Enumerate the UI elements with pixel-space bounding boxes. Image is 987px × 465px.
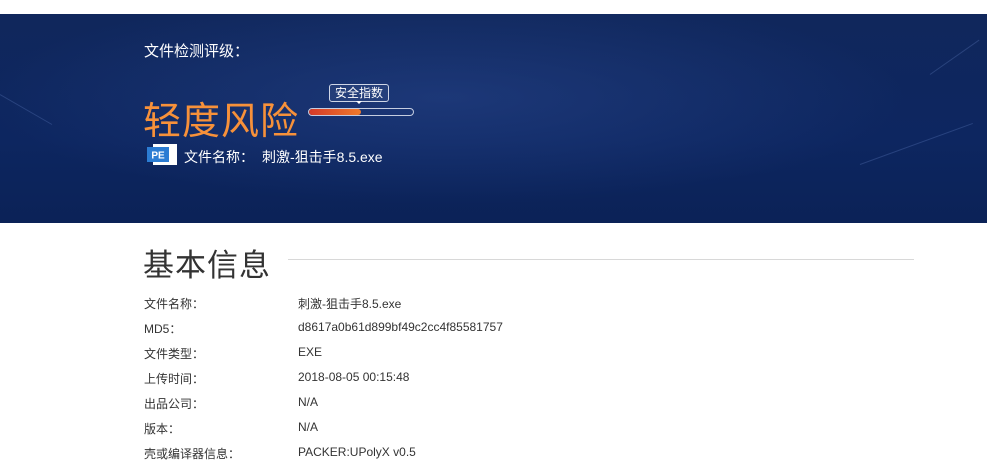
section-divider xyxy=(288,259,914,260)
section-title-basic-info: 基本信息 xyxy=(143,248,271,283)
pe-file-icon: PE xyxy=(147,144,177,165)
decor-line xyxy=(0,94,53,125)
safety-index-fill xyxy=(309,109,361,115)
safety-index-badge: 安全指数 xyxy=(329,84,390,104)
info-value: N/A xyxy=(298,420,319,434)
file-name-value: 刺激-狙击手8.5.exe xyxy=(262,149,383,165)
info-label: 壳或编译器信息： xyxy=(144,447,241,461)
info-label: 出品公司： xyxy=(144,397,205,411)
safety-index-meter xyxy=(308,108,414,116)
decor-line xyxy=(859,122,973,165)
detection-banner: 文件检测评级： 轻度风险 安全指数 PE 文件名称： 刺激-狙击手8.5.exe xyxy=(0,14,987,223)
info-label: MD5： xyxy=(144,322,182,336)
info-value: d8617a0b61d899bf49c2cc4f85581757 xyxy=(298,320,503,334)
svg-text:PE: PE xyxy=(151,151,165,162)
info-label: 文件类型： xyxy=(144,347,205,361)
file-name-line: 文件名称： 刺激-狙击手8.5.exe xyxy=(184,147,383,167)
info-value: PACKER:UPolyX v0.5 xyxy=(298,445,416,459)
info-label: 上传时间： xyxy=(144,372,205,386)
info-label: 文件名称： xyxy=(144,297,205,311)
info-value: EXE xyxy=(298,345,323,359)
info-label: 版本： xyxy=(144,422,181,436)
info-value: N/A xyxy=(298,395,319,409)
file-name-label: 文件名称： xyxy=(184,149,254,165)
risk-level: 轻度风险 xyxy=(143,101,300,143)
info-value: 刺激-狙击手8.5.exe xyxy=(298,297,402,311)
decor-line xyxy=(929,39,980,75)
grade-label: 文件检测评级： xyxy=(144,43,250,60)
info-value: 2018-08-05 00:15:48 xyxy=(298,370,410,384)
